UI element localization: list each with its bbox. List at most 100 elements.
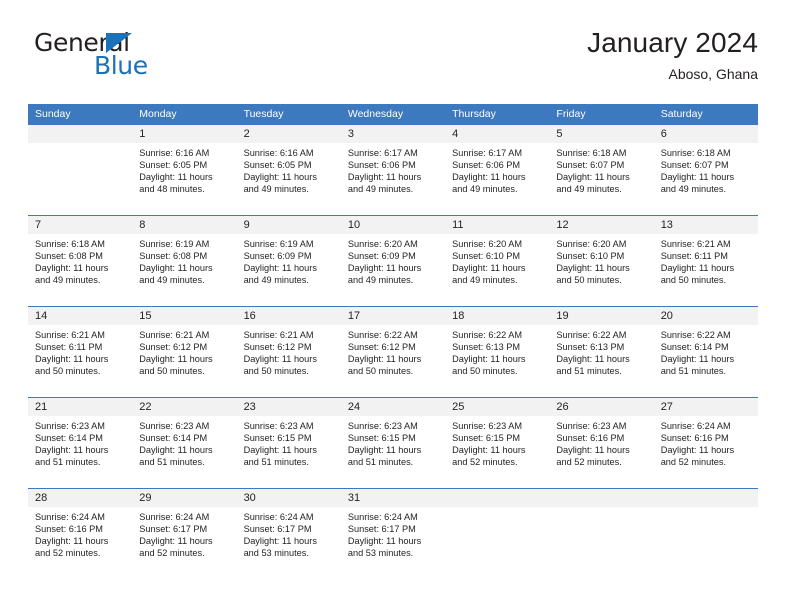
day-number[interactable]: 30 [237, 489, 341, 507]
sunset-text: Sunset: 6:06 PM [452, 160, 521, 171]
day-cell[interactable]: Sunrise: 6:23 AM Sunset: 6:14 PM Dayligh… [28, 416, 132, 488]
daylight-text-line2: and 52 minutes. [35, 548, 101, 559]
day-cell[interactable]: Sunrise: 6:18 AM Sunset: 6:07 PM Dayligh… [549, 143, 653, 215]
daylight-text-line1: Daylight: 11 hours [347, 263, 422, 274]
week-detail-row: Sunrise: 6:23 AM Sunset: 6:14 PM Dayligh… [28, 416, 758, 488]
day-number[interactable]: 28 [28, 489, 132, 507]
day-cell[interactable]: Sunrise: 6:22 AM Sunset: 6:12 PM Dayligh… [341, 325, 445, 397]
day-cell[interactable]: Sunrise: 6:17 AM Sunset: 6:06 PM Dayligh… [445, 143, 549, 215]
day-cell[interactable]: Sunrise: 6:23 AM Sunset: 6:15 PM Dayligh… [341, 416, 445, 488]
day-number[interactable]: 18 [445, 307, 549, 325]
day-number[interactable]: 31 [341, 489, 445, 507]
day-cell[interactable]: Sunrise: 6:22 AM Sunset: 6:13 PM Dayligh… [445, 325, 549, 397]
daylight-text-line2: and 49 minutes. [347, 184, 414, 195]
day-number[interactable]: 20 [654, 307, 758, 325]
day-number[interactable] [28, 125, 132, 143]
day-cell[interactable]: Sunrise: 6:19 AM Sunset: 6:08 PM Dayligh… [132, 234, 236, 306]
day-number[interactable]: 2 [237, 125, 341, 143]
day-cell[interactable]: Sunrise: 6:24 AM Sunset: 6:17 PM Dayligh… [341, 507, 445, 579]
day-cell[interactable]: Sunrise: 6:24 AM Sunset: 6:17 PM Dayligh… [237, 507, 341, 579]
day-number[interactable]: 14 [28, 307, 132, 325]
sunrise-text: Sunrise: 6:22 AM [347, 330, 418, 340]
day-cell[interactable]: Sunrise: 6:24 AM Sunset: 6:17 PM Dayligh… [132, 507, 236, 579]
sunset-text: Sunset: 6:10 PM [556, 251, 625, 262]
day-cell[interactable]: Sunrise: 6:21 AM Sunset: 6:11 PM Dayligh… [654, 234, 758, 306]
day-number[interactable]: 6 [654, 125, 758, 143]
day-number[interactable]: 9 [237, 216, 341, 234]
sunset-text: Sunset: 6:17 PM [347, 524, 416, 535]
week-detail-row: Sunrise: 6:18 AM Sunset: 6:08 PM Dayligh… [28, 234, 758, 306]
calendar-page: General Blue January 2024 Aboso, Ghana S… [0, 0, 792, 612]
sunrise-text: Sunrise: 6:22 AM [452, 330, 523, 340]
day-number[interactable]: 21 [28, 398, 132, 416]
day-number[interactable]: 5 [549, 125, 653, 143]
daylight-text-line2: and 50 minutes. [556, 275, 622, 286]
day-cell[interactable]: Sunrise: 6:22 AM Sunset: 6:14 PM Dayligh… [654, 325, 758, 397]
week-daynumber-row: 21 22 23 24 25 26 27 [28, 398, 758, 416]
day-cell[interactable] [549, 507, 653, 579]
day-cell[interactable]: Sunrise: 6:18 AM Sunset: 6:08 PM Dayligh… [28, 234, 132, 306]
day-number[interactable]: 25 [445, 398, 549, 416]
daylight-text-line2: and 53 minutes. [243, 548, 309, 559]
sunset-text: Sunset: 6:17 PM [243, 524, 312, 535]
day-cell[interactable]: Sunrise: 6:16 AM Sunset: 6:05 PM Dayligh… [237, 143, 341, 215]
day-number[interactable]: 10 [341, 216, 445, 234]
day-cell[interactable]: Sunrise: 6:21 AM Sunset: 6:12 PM Dayligh… [237, 325, 341, 397]
day-number[interactable]: 11 [445, 216, 549, 234]
day-number[interactable] [445, 489, 549, 507]
day-cell[interactable]: Sunrise: 6:19 AM Sunset: 6:09 PM Dayligh… [237, 234, 341, 306]
day-cell[interactable]: Sunrise: 6:16 AM Sunset: 6:05 PM Dayligh… [132, 143, 236, 215]
day-cell[interactable]: Sunrise: 6:18 AM Sunset: 6:07 PM Dayligh… [654, 143, 758, 215]
daylight-text-line2: and 50 minutes. [243, 366, 309, 377]
day-number[interactable]: 1 [132, 125, 236, 143]
day-cell[interactable] [445, 507, 549, 579]
day-cell[interactable]: Sunrise: 6:24 AM Sunset: 6:16 PM Dayligh… [28, 507, 132, 579]
sunset-text: Sunset: 6:10 PM [452, 251, 521, 262]
sunrise-text: Sunrise: 6:24 AM [139, 512, 210, 522]
daylight-text-line2: and 49 minutes. [243, 184, 309, 195]
sunset-text: Sunset: 6:12 PM [243, 342, 312, 353]
day-number[interactable]: 27 [654, 398, 758, 416]
day-cell[interactable]: Sunrise: 6:20 AM Sunset: 6:10 PM Dayligh… [445, 234, 549, 306]
day-cell[interactable]: Sunrise: 6:22 AM Sunset: 6:13 PM Dayligh… [549, 325, 653, 397]
day-number[interactable]: 8 [132, 216, 236, 234]
day-number[interactable]: 24 [341, 398, 445, 416]
day-number[interactable]: 17 [341, 307, 445, 325]
daylight-text-line2: and 51 minutes. [347, 457, 414, 468]
day-cell[interactable]: Sunrise: 6:21 AM Sunset: 6:12 PM Dayligh… [132, 325, 236, 397]
day-cell[interactable]: Sunrise: 6:23 AM Sunset: 6:15 PM Dayligh… [445, 416, 549, 488]
day-cell[interactable]: Sunrise: 6:20 AM Sunset: 6:09 PM Dayligh… [341, 234, 445, 306]
sunset-text: Sunset: 6:17 PM [139, 524, 208, 535]
sunrise-text: Sunrise: 6:17 AM [452, 148, 523, 158]
sunset-text: Sunset: 6:14 PM [35, 433, 103, 444]
day-cell[interactable]: Sunrise: 6:21 AM Sunset: 6:11 PM Dayligh… [28, 325, 132, 397]
day-number[interactable]: 23 [237, 398, 341, 416]
daylight-text-line1: Daylight: 11 hours [35, 263, 109, 274]
day-number[interactable]: 29 [132, 489, 236, 507]
day-cell[interactable] [654, 507, 758, 579]
day-cell[interactable]: Sunrise: 6:23 AM Sunset: 6:15 PM Dayligh… [237, 416, 341, 488]
day-number[interactable]: 3 [341, 125, 445, 143]
day-number[interactable]: 19 [549, 307, 653, 325]
week-row: 21 22 23 24 25 26 27 Sunrise: 6:23 AM Su… [28, 397, 758, 488]
day-cell[interactable]: Sunrise: 6:20 AM Sunset: 6:10 PM Dayligh… [549, 234, 653, 306]
day-number[interactable] [549, 489, 653, 507]
day-number[interactable]: 12 [549, 216, 653, 234]
day-cell[interactable] [28, 143, 132, 215]
daylight-text-line1: Daylight: 11 hours [660, 172, 735, 183]
day-number[interactable] [654, 489, 758, 507]
daylight-text-line2: and 50 minutes. [139, 366, 205, 377]
general-blue-logo[interactable]: General Blue [34, 30, 164, 82]
sunset-text: Sunset: 6:07 PM [660, 160, 729, 171]
day-number[interactable]: 16 [237, 307, 341, 325]
day-cell[interactable]: Sunrise: 6:23 AM Sunset: 6:14 PM Dayligh… [132, 416, 236, 488]
day-number[interactable]: 15 [132, 307, 236, 325]
day-number[interactable]: 7 [28, 216, 132, 234]
day-cell[interactable]: Sunrise: 6:24 AM Sunset: 6:16 PM Dayligh… [654, 416, 758, 488]
day-number[interactable]: 13 [654, 216, 758, 234]
day-cell[interactable]: Sunrise: 6:23 AM Sunset: 6:16 PM Dayligh… [549, 416, 653, 488]
day-number[interactable]: 4 [445, 125, 549, 143]
day-number[interactable]: 26 [549, 398, 653, 416]
day-cell[interactable]: Sunrise: 6:17 AM Sunset: 6:06 PM Dayligh… [341, 143, 445, 215]
day-number[interactable]: 22 [132, 398, 236, 416]
